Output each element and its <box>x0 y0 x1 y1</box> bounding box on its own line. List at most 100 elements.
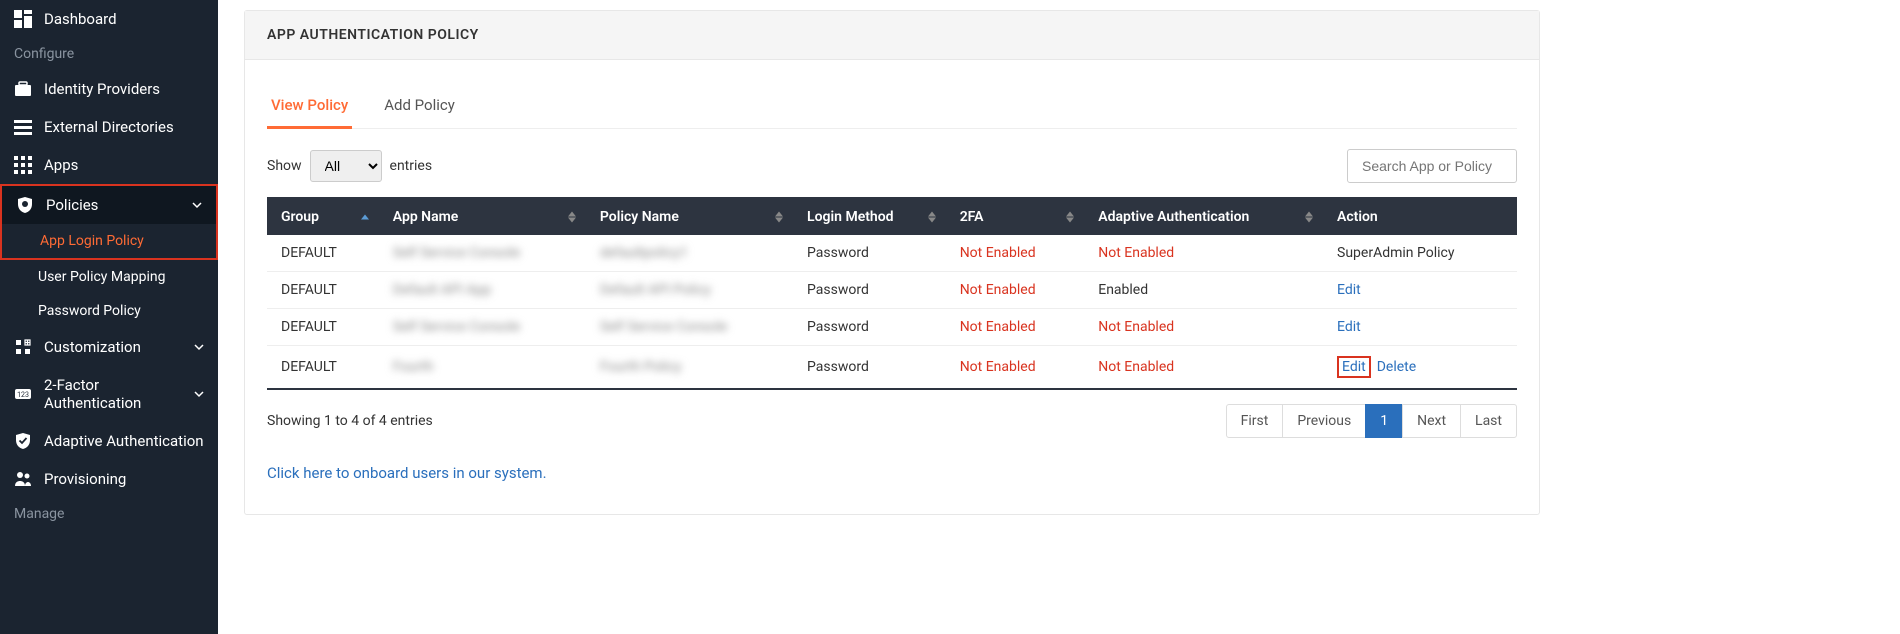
sidebar-item-apps[interactable]: Apps <box>0 146 218 184</box>
search-input[interactable] <box>1347 149 1517 183</box>
col-2fa[interactable]: 2FA <box>946 198 1085 235</box>
sidebar-label: External Directories <box>44 118 174 136</box>
cell-app-name: Self Service Console <box>379 309 586 346</box>
table-row: DEFAULTSelf Service ConsoleSelf Service … <box>267 309 1517 346</box>
sidebar-label: Identity Providers <box>44 80 160 98</box>
chevron-down-icon <box>194 342 204 352</box>
sidebar-item-provisioning[interactable]: Provisioning <box>0 460 218 498</box>
cell-adaptive: Enabled <box>1084 272 1323 309</box>
sort-up-icon <box>361 215 369 220</box>
sidebar-subitem-app-login-policy[interactable]: App Login Policy <box>2 224 216 258</box>
sort-down-icon <box>775 218 783 223</box>
page-first[interactable]: First <box>1226 404 1284 438</box>
cell-2fa: Not Enabled <box>946 235 1085 272</box>
sort-up-icon <box>568 212 576 217</box>
show-entries: Show All entries <box>267 150 432 182</box>
page-1[interactable]: 1 <box>1365 404 1403 438</box>
highlighted-sidebar-block: Policies App Login Policy <box>0 184 218 260</box>
svg-text:123: 123 <box>17 391 29 399</box>
users-icon <box>14 470 32 488</box>
cell-group: DEFAULT <box>267 272 379 309</box>
sidebar-subitem-user-policy-mapping[interactable]: User Policy Mapping <box>0 260 218 294</box>
cell-2fa: Not Enabled <box>946 346 1085 390</box>
list-icon <box>14 118 32 136</box>
showing-text: Showing 1 to 4 of 4 entries <box>267 413 433 429</box>
sidebar-item-customization[interactable]: Customization <box>0 328 218 366</box>
sidebar-label: Adaptive Authentication <box>44 432 204 450</box>
col-group[interactable]: Group <box>267 198 379 235</box>
policy-table: Group App Name Policy Name Login Method … <box>267 197 1517 390</box>
sort-up-icon <box>775 212 783 217</box>
onboard-link[interactable]: Click here to onboard users in our syste… <box>267 464 547 482</box>
sidebar-label: Policies <box>46 196 98 214</box>
entries-label: entries <box>390 158 433 174</box>
cell-policy-name: Fourth Policy <box>586 346 793 390</box>
cell-2fa: Not Enabled <box>946 272 1085 309</box>
tab-view-policy[interactable]: View Policy <box>267 84 352 129</box>
main-content: APP AUTHENTICATION POLICY View Policy Ad… <box>218 0 1900 634</box>
chevron-down-icon <box>192 200 202 210</box>
sort-down-icon <box>1066 218 1074 223</box>
chevron-down-icon <box>194 389 204 399</box>
col-login-method[interactable]: Login Method <box>793 198 946 235</box>
action-edit[interactable]: Edit <box>1337 282 1361 298</box>
sidebar-item-2fa[interactable]: 123 2-Factor Authentication <box>0 366 218 422</box>
col-adaptive[interactable]: Adaptive Authentication <box>1084 198 1323 235</box>
sidebar-label: 2-Factor Authentication <box>44 376 182 412</box>
cell-app-name: Default API App <box>379 272 586 309</box>
action-delete[interactable]: Delete <box>1377 359 1416 375</box>
show-label: Show <box>267 158 302 174</box>
action-edit[interactable]: Edit <box>1337 319 1361 335</box>
cell-login-method: Password <box>793 346 946 390</box>
col-app-name[interactable]: App Name <box>379 198 586 235</box>
sort-down-icon <box>1305 218 1313 223</box>
cell-app-name: Self Service Console <box>379 235 586 272</box>
cell-action: Edit <box>1323 272 1517 309</box>
table-footer: Showing 1 to 4 of 4 entries First Previo… <box>267 404 1517 438</box>
sidebar-item-dashboard[interactable]: Dashboard <box>0 0 218 38</box>
cell-2fa: Not Enabled <box>946 309 1085 346</box>
tab-add-policy[interactable]: Add Policy <box>380 84 459 128</box>
sort-up-icon <box>1305 212 1313 217</box>
sidebar: Dashboard Configure Identity Providers E… <box>0 0 218 634</box>
col-policy-name[interactable]: Policy Name <box>586 198 793 235</box>
sort-down-icon <box>568 218 576 223</box>
sidebar-item-identity-providers[interactable]: Identity Providers <box>0 70 218 108</box>
cell-login-method: Password <box>793 272 946 309</box>
sort-up-icon <box>928 212 936 217</box>
table-controls: Show All entries <box>267 149 1517 183</box>
page-last[interactable]: Last <box>1460 404 1517 438</box>
card-title: APP AUTHENTICATION POLICY <box>245 11 1539 60</box>
table-row: DEFAULTSelf Service Consoledefaultpolicy… <box>267 235 1517 272</box>
cell-action: Edit Delete <box>1323 346 1517 390</box>
sidebar-label: Provisioning <box>44 470 126 488</box>
cell-policy-name: defaultpolicy1 <box>586 235 793 272</box>
shield-icon <box>16 196 34 214</box>
action-superadmin: SuperAdmin Policy <box>1337 245 1454 261</box>
paginator: First Previous 1 Next Last <box>1227 404 1517 438</box>
sidebar-item-external-directories[interactable]: External Directories <box>0 108 218 146</box>
sidebar-label: Apps <box>44 156 78 174</box>
cell-action: Edit <box>1323 309 1517 346</box>
action-edit[interactable]: Edit <box>1337 356 1371 378</box>
cell-group: DEFAULT <box>267 309 379 346</box>
entries-select[interactable]: All <box>310 150 382 182</box>
customization-icon <box>14 338 32 356</box>
sidebar-item-policies[interactable]: Policies <box>2 186 216 224</box>
sidebar-subitem-password-policy[interactable]: Password Policy <box>0 294 218 328</box>
sidebar-label: Customization <box>44 338 141 356</box>
cell-app-name: Fourth <box>379 346 586 390</box>
policy-card: APP AUTHENTICATION POLICY View Policy Ad… <box>244 10 1540 515</box>
table-row: DEFAULTFourthFourth PolicyPasswordNot En… <box>267 346 1517 390</box>
briefcase-icon <box>14 80 32 98</box>
cell-adaptive: Not Enabled <box>1084 346 1323 390</box>
cell-adaptive: Not Enabled <box>1084 309 1323 346</box>
sort-down-icon <box>928 218 936 223</box>
page-previous[interactable]: Previous <box>1282 404 1366 438</box>
two-factor-icon: 123 <box>14 385 32 403</box>
cell-group: DEFAULT <box>267 235 379 272</box>
page-next[interactable]: Next <box>1402 404 1461 438</box>
sidebar-item-adaptive-auth[interactable]: Adaptive Authentication <box>0 422 218 460</box>
cell-action: SuperAdmin Policy <box>1323 235 1517 272</box>
cell-login-method: Password <box>793 235 946 272</box>
